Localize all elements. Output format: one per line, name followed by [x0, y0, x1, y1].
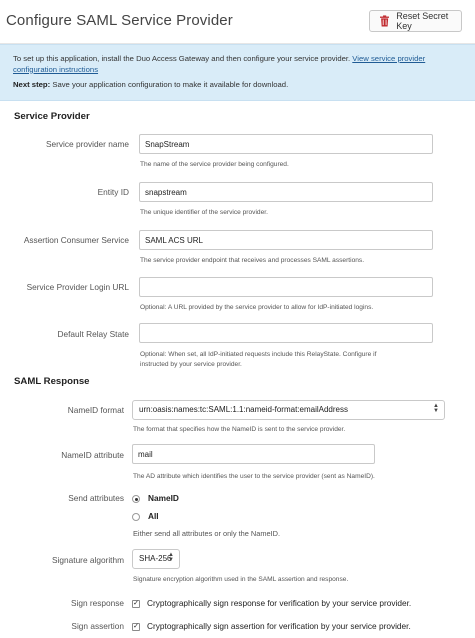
sign-response-text[interactable]: Cryptographically sign response for veri…	[147, 598, 411, 608]
send-nameid-radio[interactable]	[132, 495, 140, 503]
reset-secret-key-button[interactable]: Reset Secret Key	[369, 10, 462, 32]
reset-secret-key-label: Reset Secret Key	[396, 11, 449, 31]
page-header: Configure SAML Service Provider Reset Se…	[0, 0, 475, 44]
next-step-text: Next step: Save your application configu…	[13, 80, 461, 91]
info-banner: To set up this application, install the …	[0, 44, 475, 101]
nameid-attribute-help: The AD attribute which identifies the us…	[133, 473, 375, 480]
next-step-label: Next step:	[13, 80, 51, 90]
info-line: To set up this application, install the …	[13, 54, 351, 63]
select-arrows-icon: ▲ ▼	[433, 403, 439, 414]
sp-name-label: Service provider name	[45, 139, 129, 149]
login-url-label: Service Provider Login URL	[26, 282, 129, 292]
entity-id-input[interactable]	[139, 182, 433, 202]
saml-response-heading: SAML Response	[14, 376, 90, 387]
entity-id-help: The unique identifier of the service pro…	[140, 209, 268, 216]
nameid-format-label: NameID format	[67, 405, 124, 415]
relay-state-help-1: Optional: When set, all IdP-initiated re…	[140, 351, 377, 358]
signature-algorithm-label: Signature algorithm	[52, 555, 124, 565]
entity-id-label: Entity ID	[97, 187, 129, 197]
sp-name-help: The name of the service provider being c…	[140, 161, 289, 168]
service-provider-heading: Service Provider	[14, 111, 90, 122]
send-attributes-label: Send attributes	[68, 493, 124, 503]
relay-state-help-2: instructed by your service provider.	[140, 361, 242, 368]
sp-name-input[interactable]	[139, 134, 433, 154]
acs-input[interactable]	[139, 230, 433, 250]
send-all-radio[interactable]	[132, 513, 140, 521]
nameid-format-value: urn:oasis:names:tc:SAML:1.1:nameid-forma…	[139, 405, 348, 414]
sign-assertion-label: Sign assertion	[71, 621, 124, 631]
signature-algorithm-value: SHA-256	[139, 554, 172, 563]
nameid-attribute-input[interactable]	[132, 444, 375, 464]
info-text: To set up this application, install the …	[13, 54, 461, 75]
sign-assertion-checkbox[interactable]: ✓	[132, 623, 140, 631]
send-nameid-label[interactable]: NameID	[148, 493, 179, 503]
signature-algorithm-select[interactable]: SHA-256 ▲ ▼	[132, 549, 180, 569]
nameid-format-select[interactable]: urn:oasis:names:tc:SAML:1.1:nameid-forma…	[132, 400, 445, 420]
send-all-label[interactable]: All	[148, 511, 159, 521]
nameid-format-help: The format that specifies how the NameID…	[133, 426, 346, 433]
trash-icon	[380, 15, 390, 27]
sign-response-checkbox[interactable]: ✓	[132, 600, 140, 608]
sign-assertion-text[interactable]: Cryptographically sign assertion for ver…	[147, 621, 411, 631]
nameid-attribute-label: NameID attribute	[61, 450, 124, 460]
page-title: Configure SAML Service Provider	[6, 12, 233, 29]
signature-algorithm-help: Signature encryption algorithm used in t…	[133, 576, 349, 583]
select-arrows-icon: ▲ ▼	[168, 552, 174, 563]
login-url-input[interactable]	[139, 277, 433, 297]
acs-label: Assertion Consumer Service	[23, 235, 129, 245]
next-step-desc: Save your application configuration to m…	[52, 80, 289, 90]
sign-response-label: Sign response	[70, 598, 124, 608]
acs-help: The service provider endpoint that recei…	[140, 257, 365, 264]
send-attributes-help: Either send all attributes or only the N…	[133, 529, 281, 538]
relay-state-label: Default Relay State	[57, 329, 129, 339]
login-url-help: Optional: A URL provided by the service …	[140, 304, 374, 311]
relay-state-input[interactable]	[139, 323, 433, 343]
